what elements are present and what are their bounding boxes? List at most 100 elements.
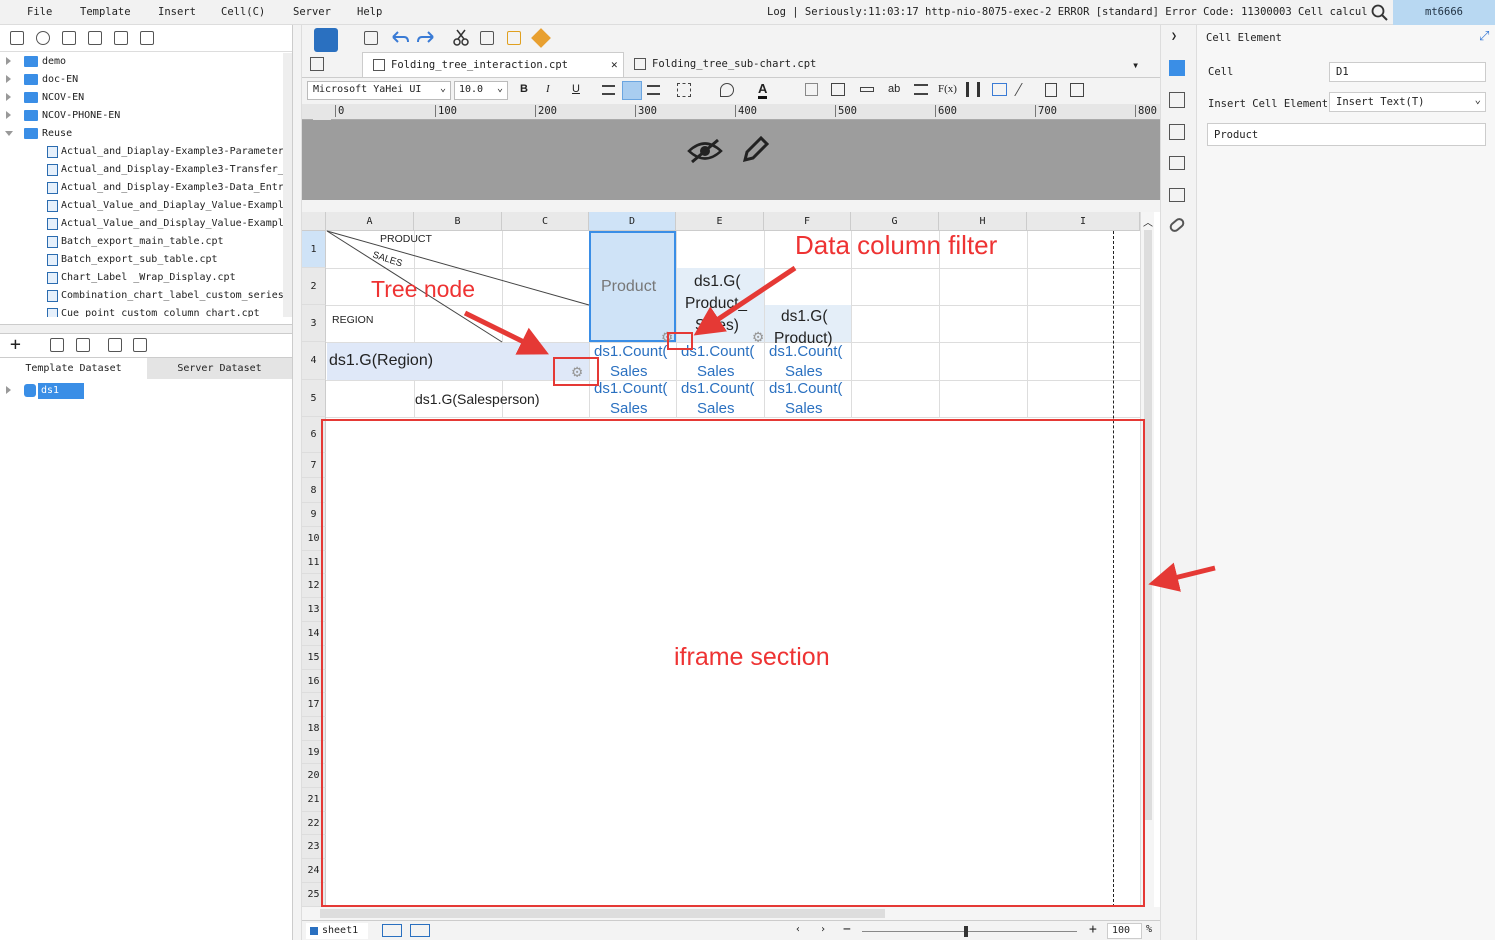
designer-mode-icon[interactable] (314, 28, 338, 52)
slash-icon[interactable] (1014, 83, 1036, 96)
zoom-in-icon[interactable]: + (1089, 922, 1097, 937)
row-header[interactable]: 5 (302, 380, 326, 417)
column-header[interactable]: F (764, 212, 851, 231)
tree-item[interactable]: Actual_Value_and_Diaplay_Value-Exampl (0, 197, 285, 215)
log-status[interactable]: Log | Seriously:11:03:17 http-nio-8075-e… (767, 6, 1367, 18)
scroll-left-icon[interactable]: ‹ (795, 924, 801, 935)
column-header[interactable]: H (939, 212, 1027, 231)
tree-item[interactable]: Combination_chart_label_custom_series (0, 287, 285, 305)
cell-field[interactable]: D1 (1329, 62, 1486, 82)
font-color-icon[interactable]: A (758, 81, 768, 99)
grid-icon[interactable] (831, 83, 845, 96)
insert-row-icon[interactable] (860, 87, 874, 92)
paste-icon[interactable] (507, 31, 521, 45)
tree-item[interactable]: Batch_export_sub_table.cpt (0, 251, 285, 269)
menu-server[interactable]: Server (293, 6, 331, 18)
tree-item[interactable]: Chart_Label _Wrap_Display.cpt (0, 269, 285, 287)
edit-icon[interactable] (50, 338, 64, 352)
preview-icon[interactable] (108, 338, 122, 352)
expand-arrow-icon[interactable] (6, 57, 11, 65)
chart-icon[interactable] (966, 82, 980, 97)
scroll-up-icon[interactable]: ︿ (1143, 214, 1153, 229)
add-dataset-icon[interactable]: + (10, 336, 21, 354)
tab-overflow-icon[interactable]: ▾ (1132, 58, 1139, 72)
row-header[interactable]: 4 (302, 342, 326, 380)
text-format-button[interactable]: ab (888, 83, 900, 95)
settings-icon[interactable] (88, 31, 102, 45)
tree-scrollbar[interactable] (283, 53, 292, 317)
save-icon[interactable] (364, 31, 378, 45)
cell-element-icon[interactable] (1169, 60, 1185, 76)
tree-item[interactable]: Batch_export_main_table.cpt (0, 233, 285, 251)
tree-item[interactable]: Actual_and_Diaplay-Example3-Parameter (0, 143, 285, 161)
insert-element-select[interactable]: Insert Text(T) ⌄ (1329, 92, 1486, 112)
tree-item[interactable]: Cue_point_custom_column_chart.cpt (0, 305, 285, 317)
menu-help[interactable]: Help (357, 6, 382, 18)
column-header[interactable]: I (1027, 212, 1140, 231)
edit-pencil-icon[interactable] (739, 134, 771, 166)
wrap-icon[interactable] (914, 84, 928, 95)
tab-folding-tree-interaction[interactable]: Folding_tree_interaction.cpt ✕ (362, 52, 624, 77)
merge-icon[interactable] (805, 83, 818, 96)
float-element-icon[interactable] (1169, 124, 1185, 140)
grid-horizontal-scrollbar[interactable] (302, 907, 1160, 920)
scroll-right-icon[interactable]: › (820, 924, 826, 935)
search-icon[interactable] (1371, 4, 1389, 22)
align-left-icon[interactable] (602, 85, 615, 95)
refresh-icon[interactable] (36, 31, 50, 45)
gear-icon[interactable]: ⚙ (753, 327, 763, 347)
undo-icon[interactable] (390, 29, 410, 45)
tree-item[interactable]: Actual_Value_and_Display_Value-Exampl (0, 215, 285, 233)
tab-menu-icon[interactable] (310, 57, 324, 71)
menu-template[interactable]: Template (80, 6, 131, 18)
cell-content-field[interactable]: Product (1207, 123, 1486, 146)
column-header[interactable]: D (589, 212, 676, 231)
column-header[interactable]: A (326, 212, 414, 231)
image-icon[interactable] (992, 83, 1007, 96)
column-header[interactable]: G (851, 212, 939, 231)
format-painter-icon[interactable] (531, 28, 551, 48)
row-header[interactable]: 3 (302, 305, 326, 342)
menu-cell[interactable]: Cell(C) (221, 6, 265, 18)
panel-splitter[interactable] (0, 324, 292, 334)
more-icon[interactable] (1070, 83, 1084, 97)
column-header[interactable]: C (502, 212, 589, 231)
open-icon[interactable] (62, 31, 76, 45)
cut-icon[interactable] (452, 28, 470, 46)
formula-button[interactable]: F(x) (938, 83, 957, 95)
tab-server-dataset[interactable]: Server Dataset (147, 357, 292, 379)
underline-button[interactable]: U (572, 83, 580, 95)
italic-button[interactable]: I (546, 83, 550, 95)
align-right-icon[interactable] (647, 85, 660, 95)
vertical-splitter[interactable] (293, 25, 302, 940)
tree-item[interactable]: Reuse (0, 125, 285, 143)
row-header[interactable]: 2 (302, 268, 326, 305)
select-all-corner[interactable] (302, 212, 326, 231)
user-badge[interactable]: mt6666 (1393, 0, 1495, 25)
column-header[interactable]: B (414, 212, 502, 231)
hide-icon[interactable] (687, 138, 723, 164)
delete-icon[interactable] (114, 31, 128, 45)
expand-arrow-icon[interactable] (6, 111, 11, 119)
zoom-out-icon[interactable]: − (843, 922, 851, 937)
font-size-select[interactable]: 10.0 ⌄ (454, 81, 508, 100)
trash-icon[interactable] (76, 338, 90, 352)
cell-attribute-icon[interactable] (1169, 92, 1185, 108)
dataset-item[interactable]: ds1 (0, 382, 292, 400)
zoom-input[interactable]: 100 (1107, 923, 1142, 939)
tree-item[interactable]: Actual_and_Display-Example3-Data_Entr (0, 179, 285, 197)
zoom-slider[interactable] (862, 931, 1077, 932)
sheet-tab[interactable]: sheet1 (306, 923, 368, 939)
tree-item[interactable]: doc-EN (0, 71, 285, 89)
export-icon[interactable] (133, 338, 147, 352)
add-dashboard-icon[interactable] (410, 924, 430, 937)
tree-item[interactable]: demo (0, 53, 285, 71)
widget-settings-icon[interactable] (1169, 156, 1185, 170)
expand-arrow-icon[interactable] (6, 93, 11, 101)
bold-button[interactable]: B (520, 83, 528, 95)
add-sheet-icon[interactable] (382, 924, 402, 937)
tree-item[interactable]: NCOV-EN (0, 89, 285, 107)
redo-icon[interactable] (416, 29, 436, 45)
condition-icon[interactable] (1169, 188, 1185, 202)
menu-insert[interactable]: Insert (158, 6, 196, 18)
